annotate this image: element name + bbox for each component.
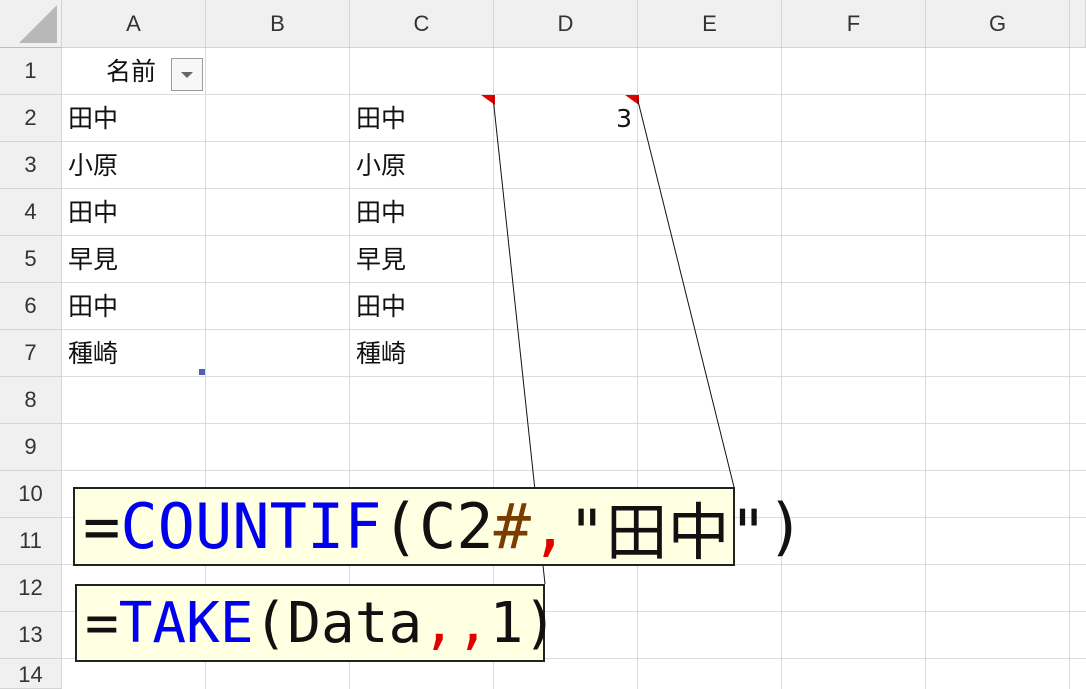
cell-c2[interactable]: 田中: [356, 95, 406, 142]
formula-paren: ): [523, 590, 558, 656]
cell-a1-header[interactable]: 名前: [106, 48, 156, 95]
comment-note-take[interactable]: = TAKE(Data,, 1): [75, 584, 557, 662]
cell-c6[interactable]: 田中: [356, 283, 406, 330]
cell-a7[interactable]: 種崎: [68, 330, 118, 377]
formula-equals: =: [85, 590, 119, 656]
row-header-2[interactable]: 2: [0, 95, 62, 142]
row-header-5[interactable]: 5: [0, 236, 62, 283]
formula-function-name: TAKE: [118, 590, 254, 656]
dropdown-arrow-icon: [181, 72, 193, 78]
formula-argument: Data: [287, 590, 423, 656]
cell-a4[interactable]: 田中: [68, 189, 118, 236]
formula-paren: (: [381, 490, 419, 563]
row-header-7[interactable]: 7: [0, 330, 62, 377]
formula-function-name: COUNTIF: [120, 490, 382, 563]
row-header-10[interactable]: 10: [0, 471, 62, 518]
formula-number: 1: [489, 590, 524, 656]
column-header-c[interactable]: C: [350, 0, 494, 48]
formula-paren: (: [253, 590, 288, 656]
row-header-6[interactable]: 6: [0, 283, 62, 330]
formula-comma: ,,: [422, 590, 490, 656]
grid-line: [925, 48, 926, 689]
grid-line: [62, 376, 1086, 377]
grid-line: [62, 282, 1086, 283]
cell-a6[interactable]: 田中: [68, 283, 118, 330]
spreadsheet: A B C D E F G 1 2 3 4 5 6 7 8 9 10 11 12…: [0, 0, 1086, 689]
select-all-icon: [19, 5, 57, 43]
formula-equals: =: [83, 490, 121, 563]
column-header-d[interactable]: D: [494, 0, 638, 48]
row-header-4[interactable]: 4: [0, 189, 62, 236]
column-header-b[interactable]: B: [206, 0, 350, 48]
grid-line: [62, 94, 1086, 95]
formula-paren: ): [766, 490, 805, 563]
cell-c7[interactable]: 種崎: [356, 330, 406, 377]
row-header-14[interactable]: 14: [0, 659, 62, 689]
column-header-overflow: [1070, 0, 1086, 48]
spill-range-handle-icon[interactable]: [199, 369, 205, 375]
grid-line: [781, 48, 782, 689]
cell-a2[interactable]: 田中: [68, 95, 118, 142]
formula-spill-operator: #: [493, 490, 531, 563]
column-header-e[interactable]: E: [638, 0, 782, 48]
row-header-8[interactable]: 8: [0, 377, 62, 424]
formula-reference: C2: [418, 490, 494, 563]
grid-line: [62, 141, 1086, 142]
comment-note-countif[interactable]: = COUNTIF(C2 #, "田中"): [73, 487, 804, 569]
grid-line: [637, 48, 638, 689]
grid-line: [1069, 48, 1070, 689]
grid-line: [62, 188, 1086, 189]
comment-indicator-icon[interactable]: [625, 95, 639, 105]
select-all-button[interactable]: [0, 0, 62, 48]
column-header-f[interactable]: F: [782, 0, 926, 48]
formula-criteria: "田中": [568, 495, 767, 569]
grid-line: [62, 470, 1086, 471]
grid-line: [62, 329, 1086, 330]
column-header-g[interactable]: G: [926, 0, 1070, 48]
grid-line: [62, 423, 1086, 424]
cell-a3[interactable]: 小原: [68, 142, 118, 189]
row-header-12[interactable]: 12: [0, 565, 62, 612]
filter-dropdown-button[interactable]: [171, 58, 203, 91]
cell-c3[interactable]: 小原: [356, 142, 406, 189]
formula-comma: ,: [530, 490, 569, 563]
grid-line: [62, 235, 1086, 236]
cell-c4[interactable]: 田中: [356, 189, 406, 236]
cell-a5[interactable]: 早見: [68, 236, 118, 283]
row-header-13[interactable]: 13: [0, 612, 62, 659]
row-header-1[interactable]: 1: [0, 48, 62, 95]
comment-indicator-icon[interactable]: [481, 95, 495, 105]
column-header-a[interactable]: A: [62, 0, 206, 48]
row-header-3[interactable]: 3: [0, 142, 62, 189]
cell-c5[interactable]: 早見: [356, 236, 406, 283]
row-header-9[interactable]: 9: [0, 424, 62, 471]
row-header-11[interactable]: 11: [0, 518, 62, 565]
